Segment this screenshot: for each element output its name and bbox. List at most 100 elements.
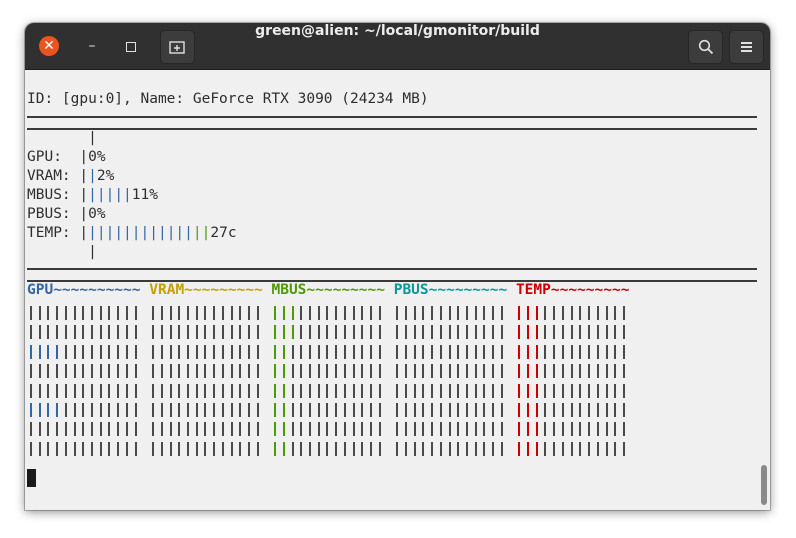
graph-bar-segment: [213, 422, 216, 437]
graph-bar-segment: [47, 306, 50, 320]
graph-bar-segment: [370, 364, 373, 379]
graph-bar-segment: [561, 383, 564, 398]
graph-bar-segment: [588, 403, 591, 417]
graph-bar-segment: [152, 422, 155, 437]
graph-bar-segment: [282, 422, 285, 437]
graph-bar-segment: [579, 306, 582, 320]
graph-bar-segment: [326, 403, 329, 417]
graph-bar-segment: [483, 325, 486, 340]
bar-label: VRAM:: [27, 168, 71, 184]
graph-bar-segment: [38, 422, 41, 437]
graph-bar-segment: [108, 383, 111, 398]
graph-bar-segment: [352, 325, 355, 340]
graph-bar-segment: [500, 306, 503, 320]
hamburger-menu-icon[interactable]: [729, 30, 764, 64]
graph-bar-segment: [457, 325, 460, 340]
graph-bar-segment: [56, 383, 59, 398]
graph-bar-segment: [614, 422, 617, 437]
graph-bar-segment: [195, 383, 198, 398]
graph-bar-segment: [256, 403, 259, 417]
graph-bar-segment: [544, 383, 547, 398]
graph-bar-segment: [474, 306, 477, 320]
graph-bar-segment: [134, 306, 137, 320]
graph-bar-segment: [474, 344, 477, 359]
graph-bar-segment: [413, 383, 416, 398]
graph-bar-segment: [56, 325, 59, 340]
graph-bar-segment: [38, 441, 41, 456]
graph-bar-segment: [570, 441, 573, 456]
search-button[interactable]: [688, 30, 723, 64]
bar-axis: |: [70, 168, 89, 184]
bar-label: PBUS:: [27, 206, 71, 222]
scrollbar-thumb[interactable]: [761, 465, 767, 505]
graph-bar-segment: [335, 344, 338, 359]
graph-bar-segment: [248, 441, 250, 456]
graph-bar-segment: [169, 306, 172, 320]
graph-bar-segment: [117, 325, 120, 340]
graph-bar-segment: [553, 422, 556, 437]
graph-bar-segment: [343, 383, 346, 398]
graph-bar-segment: [500, 441, 503, 456]
graph-bar-segment: [291, 344, 294, 359]
graph-bar-segment: [195, 306, 198, 320]
graph-bar-segment: [108, 422, 111, 437]
graph-bar-segment: [30, 306, 32, 320]
graph-bar-segment: [622, 383, 625, 398]
graph-bar-segment: [274, 441, 277, 456]
terminal-content[interactable]: ID: [gpu:0], Name: GeForce RTX 3090 (242…: [25, 70, 770, 510]
graph-bar-segment: [317, 422, 320, 437]
graph-bar-segment: [483, 306, 486, 320]
graph-bar-segment: [396, 364, 399, 379]
graph-bar-segment: [213, 306, 216, 320]
graph-bar-segment: [204, 403, 207, 417]
graph-bar-segment: [99, 325, 102, 340]
bar-axis: |: [70, 187, 89, 203]
graph-bar-segment: [178, 383, 181, 398]
graph-bar-segment: [73, 306, 76, 320]
graph-bar-segment: [413, 306, 416, 320]
graph-bar-segment: [47, 441, 50, 456]
graph-bar-segment: [91, 403, 94, 417]
close-icon[interactable]: ✕: [39, 36, 59, 56]
graph-bar-segment: [204, 441, 207, 456]
graph-bar-segment: [38, 344, 41, 359]
graph-bar-segment: [195, 441, 198, 456]
graph-bar-segment: [152, 325, 155, 340]
graph-bar-segment: [439, 441, 442, 456]
graph-bar-segment: [466, 403, 468, 417]
graph-bar-segment: [404, 344, 407, 359]
graph-bar-segment: [108, 403, 111, 417]
graph-bar-segment: [588, 344, 591, 359]
maximize-icon[interactable]: [121, 37, 141, 57]
graph-bar-segment: [413, 364, 416, 379]
graph-bar-segment: [518, 441, 521, 456]
graph-bar-segment: [134, 364, 137, 379]
graph-bar-segment: [221, 441, 224, 456]
minimize-icon[interactable]: –: [82, 37, 102, 57]
graph-bar-segment: [614, 441, 617, 456]
graph-bar-segment: [186, 364, 189, 379]
graph-bar-segment: [361, 441, 364, 456]
graph-bar-segment: [605, 325, 608, 340]
graph-bar-segment: [73, 441, 76, 456]
graph-bar-segment: [404, 325, 407, 340]
graph-bar-segment: [622, 364, 625, 379]
bar-axis: |: [70, 206, 89, 222]
graph-bar-segment: [335, 441, 338, 456]
graph-bar-segment: [248, 325, 250, 340]
graph-bar-segment: [596, 364, 599, 379]
graph-bar-segment: [413, 325, 416, 340]
new-tab-button[interactable]: [160, 30, 195, 64]
graph-bar-segment: [64, 422, 67, 437]
graph-bar-segment: [230, 403, 233, 417]
graph-bar-segment: [518, 403, 521, 417]
graph-bar-segment: [300, 325, 303, 340]
graph-bar-segment: [64, 344, 67, 359]
graph-bar-segment: [213, 383, 216, 398]
graph-bar-segment: [239, 403, 242, 417]
graph-bar-segment: [213, 403, 216, 417]
graph-bar-segment: [370, 403, 373, 417]
graph-bar-segment: [439, 344, 442, 359]
graph-bar-segment: [186, 403, 189, 417]
graph-bar-segment: [326, 383, 329, 398]
